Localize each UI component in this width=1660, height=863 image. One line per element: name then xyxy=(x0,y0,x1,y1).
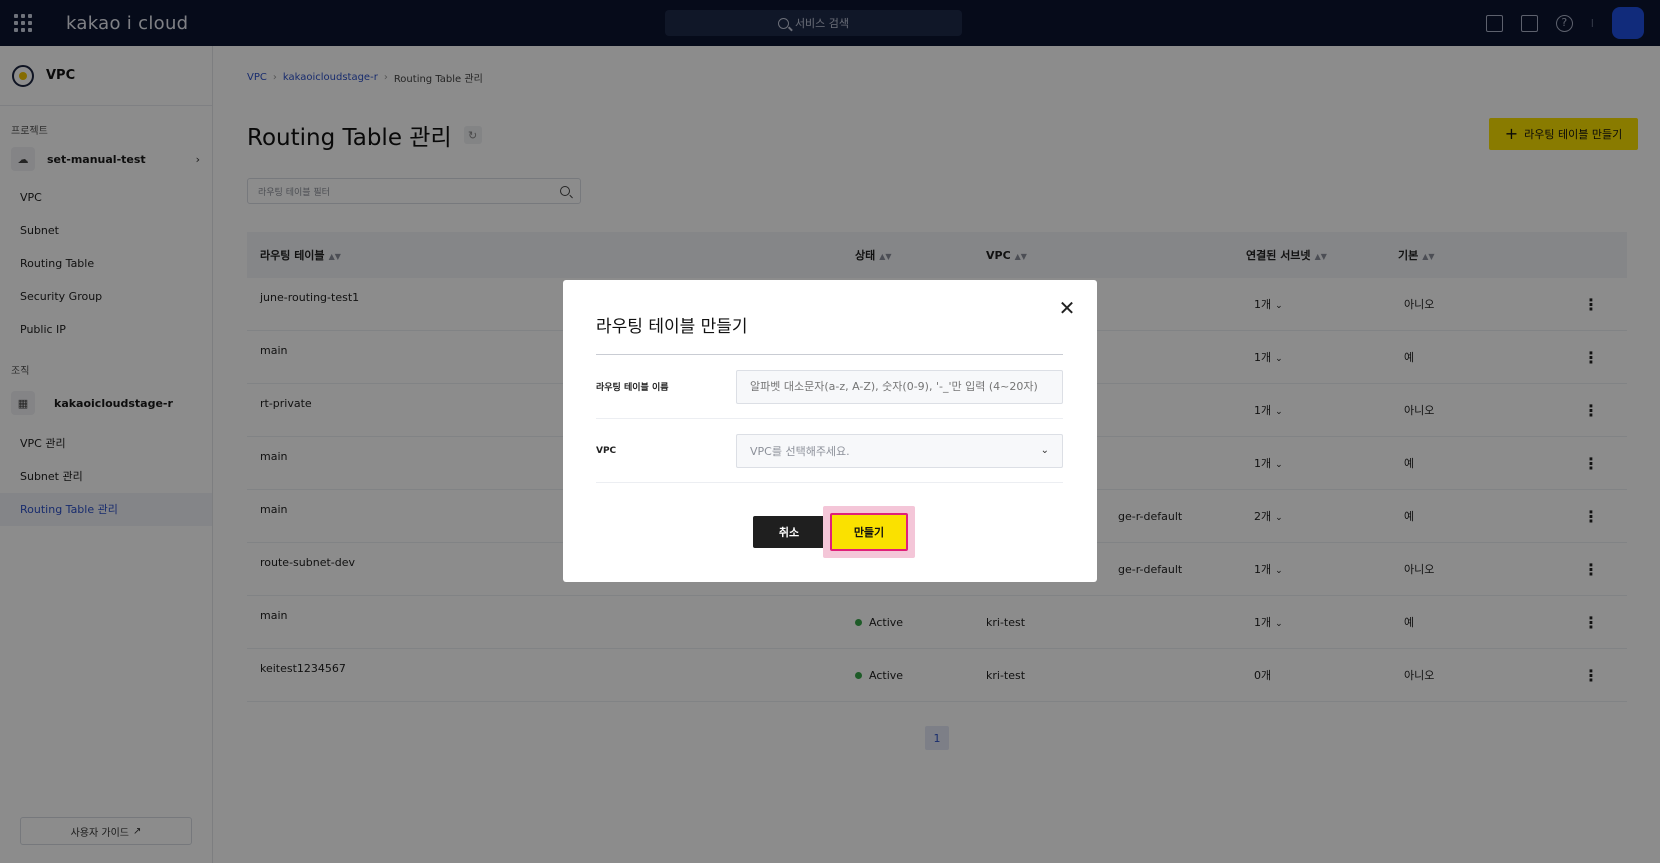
cancel-button[interactable]: 취소 xyxy=(753,516,825,548)
name-field-label: 라우팅 테이블 이름 xyxy=(596,383,669,393)
create-button[interactable]: 만들기 xyxy=(830,513,908,551)
vpc-field-row: VPC VPC를 선택해주세요. ⌄ xyxy=(596,419,1063,483)
name-field-row: 라우팅 테이블 이름 xyxy=(596,355,1063,419)
close-icon[interactable]: ✕ xyxy=(1057,298,1077,318)
vpc-field-label: VPC xyxy=(596,445,617,456)
chevron-down-icon: ⌄ xyxy=(1040,445,1049,456)
routing-table-name-input[interactable] xyxy=(736,369,1063,404)
create-button-highlight: 만들기 xyxy=(823,506,915,558)
vpc-select-placeholder: VPC를 선택해주세요. xyxy=(750,444,850,458)
vpc-select[interactable]: VPC를 선택해주세요. ⌄ xyxy=(736,433,1063,468)
create-routing-table-modal: 라우팅 테이블 만들기 ✕ 라우팅 테이블 이름 VPC VPC를 선택해주세요… xyxy=(563,280,1097,582)
modal-title: 라우팅 테이블 만들기 xyxy=(596,317,748,337)
